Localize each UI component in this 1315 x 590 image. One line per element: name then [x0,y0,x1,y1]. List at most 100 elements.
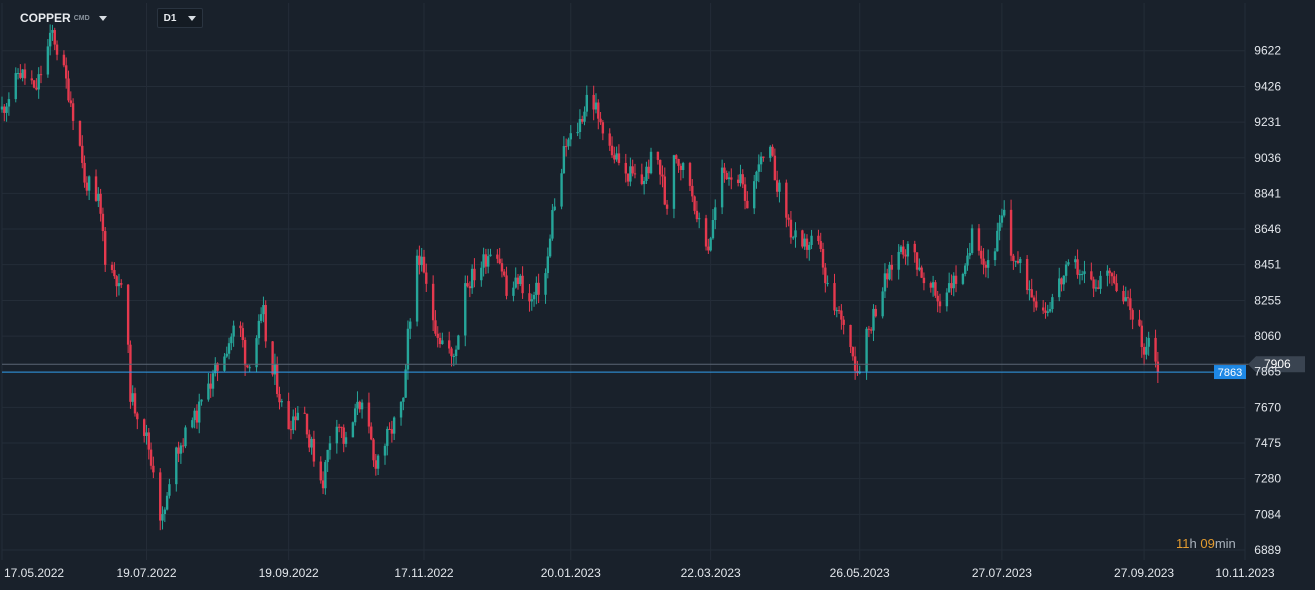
x-tick-label: 10.11.2023 [1215,566,1274,580]
price-chart[interactable]: 79067863 9622 9426 9231 9036 8841 8646 8451 825… [0,0,1315,590]
candle-body [1014,260,1017,262]
candle-body [434,320,437,334]
candle-body [1009,209,1013,256]
candle-body [161,513,164,521]
candle-body [581,119,584,122]
candle-body [890,264,894,270]
candle-body [392,417,396,434]
symbol-selector[interactable]: COPPER CMD [12,8,115,28]
candle-body [1012,255,1015,261]
candle-body [200,399,203,402]
candle-body [1035,301,1038,308]
candle-body [21,69,24,78]
candle-body [1110,273,1114,277]
candle-body [755,171,758,182]
candle-body [230,336,233,344]
candle-body [344,437,348,444]
candle-body [376,455,380,469]
candle-body [450,348,453,357]
candle-body [656,151,660,160]
candle-body [695,210,699,220]
candle-body [869,329,873,331]
candle-body [415,255,419,322]
candle-countdown: 11h 09min [1176,536,1236,551]
candle-body [528,293,531,302]
candle-body [771,146,774,156]
candle-body [569,133,572,140]
candle-body [147,432,150,450]
candle-body [340,426,343,428]
candle-body [1147,337,1150,347]
candle-body [335,426,339,444]
candle-body [321,480,325,489]
candle-body [530,299,533,302]
candle-body [1064,264,1068,276]
candle-body [775,180,779,192]
candle-body [730,177,733,180]
candle-body [833,283,836,311]
candle-body [521,275,524,294]
candle-body [436,333,439,338]
candle-body [567,139,570,147]
candle-body [223,356,226,371]
candle-body [851,347,855,357]
candle-body [328,443,332,450]
candle-body [778,182,781,192]
candle-body [1078,274,1082,276]
candle-body [938,301,942,307]
candle-body [441,340,444,344]
candle-body [294,416,297,421]
candle-body [85,182,89,191]
candle-body [168,484,171,496]
y-tick-label: 9036 [1254,151,1281,165]
candle-body [966,255,969,266]
candle-body [71,103,75,121]
candle-body [498,258,501,264]
candle-body [489,254,492,257]
candle-body [145,432,148,436]
candle-body [759,156,763,165]
candle-body [548,238,552,257]
candle-body [289,429,293,431]
y-tick-label: 9426 [1254,80,1281,94]
candle-body [0,106,4,110]
candle-body [849,324,852,348]
candle-body [1028,289,1031,291]
candle-body [629,166,632,182]
candle-body [649,151,653,174]
chevron-down-icon [188,15,197,21]
candle-body [1067,262,1070,265]
candle-body [1129,298,1132,311]
candle-body [677,158,680,166]
candle-body [922,277,926,284]
candle-body [931,282,935,288]
candle-body [640,174,644,185]
candle-body [181,445,185,447]
candle-body [913,243,916,253]
x-tick-label: 27.07.2023 [972,566,1032,580]
candle-body [113,270,116,277]
candle-body [454,349,458,356]
candle-body [842,319,845,325]
candle-body [225,353,228,357]
candle-body [310,438,313,448]
candle-body [175,447,178,485]
candle-body [1083,271,1086,274]
candle-body [947,283,951,293]
candle-body [239,325,242,329]
candle-body [1124,297,1127,302]
y-tick-label: 7475 [1254,436,1281,450]
candle-body [564,146,568,148]
candle-body [514,277,517,288]
candle-body [276,364,279,394]
candle-body [78,120,82,146]
candle-body [356,401,359,409]
candle-body [232,325,235,337]
candle-body [704,218,708,247]
candle-body [785,182,788,218]
symbol-name: COPPER [20,11,71,25]
candle-body [1122,290,1125,302]
candle-body [936,295,939,302]
candle-body [468,286,472,289]
timeframe-selector[interactable]: D1 [156,8,204,28]
